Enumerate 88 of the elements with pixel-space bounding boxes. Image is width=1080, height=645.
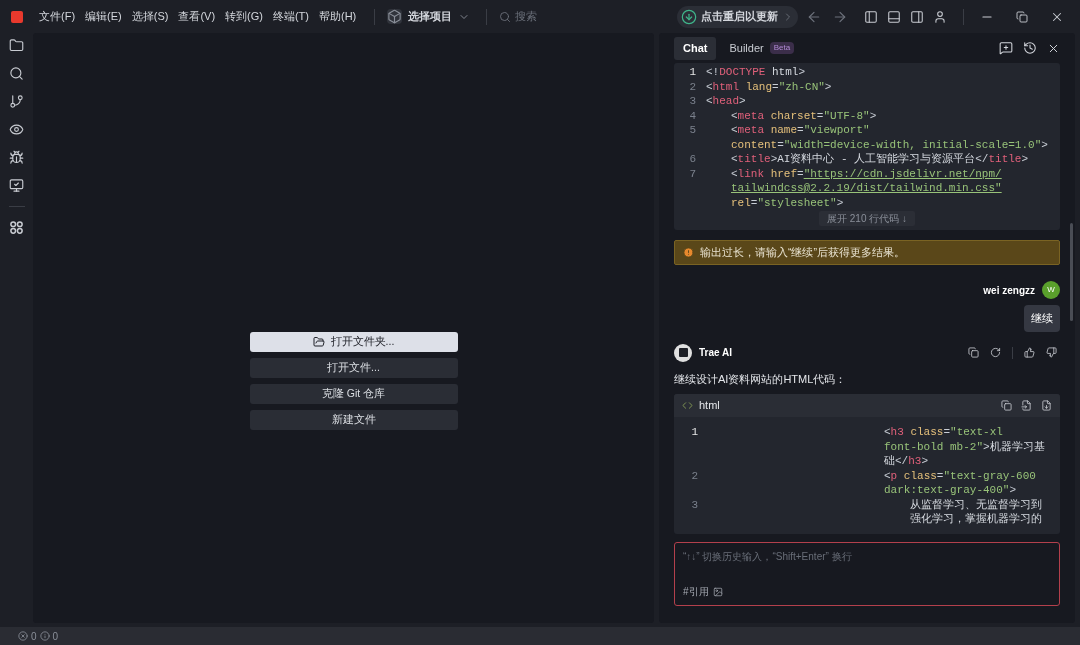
- chat-input[interactable]: “↑↓” 切换历史输入，“Shift+Enter” 换行 #引用: [674, 542, 1060, 606]
- code-line: rel="stylesheet">: [731, 195, 845, 210]
- menu-item[interactable]: 文件(F): [39, 8, 76, 25]
- line-number: 2: [688, 79, 696, 94]
- line-number: 3: [688, 94, 696, 109]
- error-count: 0: [31, 629, 37, 644]
- file-icon[interactable]: [1041, 400, 1052, 411]
- menu-item[interactable]: 选择(S): [131, 8, 169, 25]
- branch-icon[interactable]: [9, 94, 24, 109]
- line-number: 7: [688, 166, 696, 181]
- code-line: tailwindcss@2.2.19/dist/tailwind.min.css": [731, 181, 1002, 196]
- insert-icon[interactable]: [1021, 400, 1032, 411]
- user-name: wei zengzz: [983, 283, 1035, 298]
- app-logo-icon: [11, 10, 23, 23]
- project-selector[interactable]: 选择项目: [383, 8, 475, 25]
- beta-badge: Beta: [769, 42, 795, 54]
- assistant-avatar: [674, 343, 692, 362]
- left-panel-icon[interactable]: [864, 9, 878, 24]
- assistant-message: 继续设计AI资料网站的HTML代码：: [674, 371, 848, 387]
- code-language: html: [699, 398, 720, 414]
- copy-icon[interactable]: [1001, 400, 1012, 411]
- alert-icon: [683, 247, 694, 258]
- code-line: <h3 class="text-xl: [884, 425, 1004, 440]
- line-number: 2: [690, 468, 698, 483]
- welcome-action-button[interactable]: 克隆 Git 仓库: [249, 384, 458, 404]
- code-line: <html lang="zh-CN">: [706, 79, 832, 94]
- new-chat-icon[interactable]: [999, 41, 1013, 55]
- code-line: <meta charset="UTF-8">: [731, 108, 877, 123]
- right-panel-icon[interactable]: [910, 9, 924, 24]
- line-number: 4: [688, 108, 696, 123]
- menu-item[interactable]: 查看(V): [178, 8, 216, 25]
- chat-tab[interactable]: Builder Beta: [720, 36, 804, 60]
- menu-item[interactable]: 编辑(E): [85, 8, 122, 25]
- code-line: font-bold mb-2">机器学习基: [884, 439, 1045, 454]
- search-field[interactable]: 搜索: [515, 8, 666, 25]
- code-line: content="width=device-width, initial-scale=1.0">: [731, 137, 1048, 152]
- code-icon: [682, 400, 693, 411]
- warning-text: 输出过长，请输入“继续”后获得更多结果。: [700, 244, 905, 260]
- bottom-panel-icon[interactable]: [887, 9, 901, 24]
- line-number: 3: [690, 497, 698, 512]
- search-icon[interactable]: [9, 66, 24, 81]
- welcome-action-button[interactable]: 打开文件...: [249, 358, 458, 378]
- cube-icon: [387, 9, 403, 24]
- line-number: 6: [688, 152, 696, 167]
- extensions-icon[interactable]: [9, 220, 24, 235]
- copy-icon[interactable]: [968, 347, 979, 358]
- line-number: 5: [688, 123, 696, 138]
- warning-icon: [39, 631, 50, 641]
- error-icon: [18, 631, 28, 641]
- line-number: 1: [688, 65, 696, 80]
- code-line: <link href="https://cdn.jsdelivr.net/npm/: [731, 166, 1002, 181]
- code-line: 从监督学习、无监督学习到: [910, 497, 1042, 512]
- monitor-icon[interactable]: [9, 178, 24, 193]
- code-line: <title>AI资料中心 - 人工智能学习与资源平台</title>: [731, 152, 1029, 167]
- user-message: 继续: [1024, 305, 1060, 332]
- code-line: <!DOCTYPE html>: [706, 65, 806, 80]
- warning-count: 0: [52, 629, 59, 644]
- user-icon[interactable]: [933, 9, 947, 24]
- restore-icon[interactable]: [1016, 10, 1028, 23]
- welcome-action-button[interactable]: 打开文件夹...: [249, 332, 458, 352]
- search-icon: [499, 10, 512, 23]
- thumbs-up-icon[interactable]: [1024, 347, 1035, 358]
- regenerate-icon[interactable]: [990, 347, 1001, 358]
- folder-icon[interactable]: [9, 38, 24, 53]
- reference-button[interactable]: #引用: [683, 584, 709, 599]
- download-icon: [681, 8, 697, 25]
- code-line: <p class="text-gray-600: [884, 468, 1036, 483]
- line-number: 1: [690, 425, 698, 440]
- menu-item[interactable]: 终端(T): [272, 8, 309, 25]
- user-avatar: W: [1042, 281, 1060, 299]
- code-line: 强化学习，掌握机器学习的: [910, 512, 1042, 527]
- update-button[interactable]: 点击重启以更新: [677, 5, 798, 28]
- folder-icon: [312, 336, 325, 348]
- assistant-name: Trae AI: [699, 346, 732, 360]
- menu-item[interactable]: 转到(G): [225, 8, 263, 25]
- code-line: <meta name="viewport": [731, 123, 871, 138]
- menu-item[interactable]: 帮助(H): [319, 8, 357, 25]
- history-icon[interactable]: [1023, 41, 1037, 55]
- bug-icon[interactable]: [9, 150, 24, 165]
- code-line: dark:text-gray-400">: [884, 483, 1018, 498]
- chat-tab[interactable]: Chat: [674, 36, 717, 60]
- code-line: 础</h3>: [884, 454, 929, 469]
- eye-icon[interactable]: [9, 122, 24, 137]
- thumbs-down-icon[interactable]: [1046, 347, 1057, 358]
- expand-button[interactable]: 展开 210 行代码 ↓: [819, 211, 915, 226]
- image-icon[interactable]: [712, 586, 723, 597]
- welcome-action-button[interactable]: 新建文件: [249, 410, 458, 430]
- code-line: <head>: [706, 94, 746, 109]
